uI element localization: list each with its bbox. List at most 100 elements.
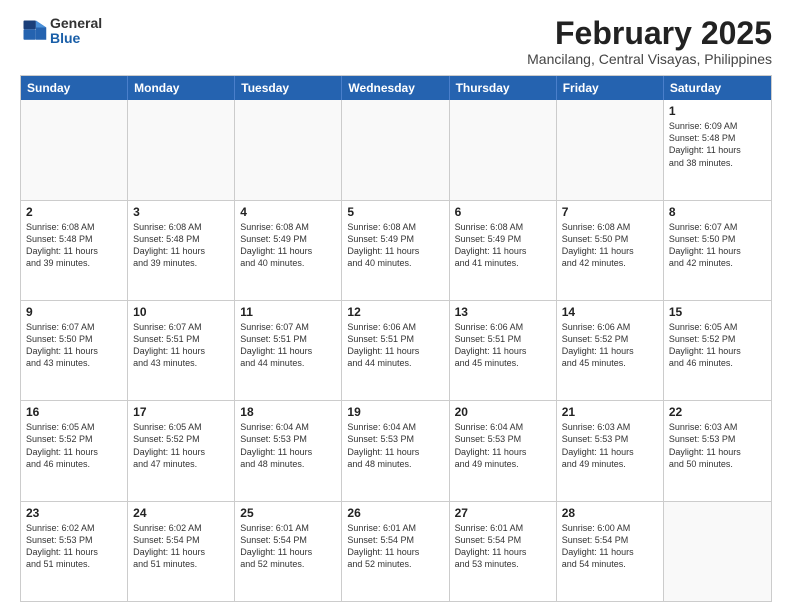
calendar-cell-w3-d5: 13Sunrise: 6:06 AM Sunset: 5:51 PM Dayli… [450, 301, 557, 400]
day-info-16: Sunrise: 6:05 AM Sunset: 5:52 PM Dayligh… [26, 421, 122, 470]
calendar: Sunday Monday Tuesday Wednesday Thursday… [20, 75, 772, 602]
calendar-body: 1 Sunrise: 6:09 AM Sunset: 5:48 PM Daylig… [21, 100, 771, 601]
calendar-cell-w5-d3: 25Sunrise: 6:01 AM Sunset: 5:54 PM Dayli… [235, 502, 342, 601]
day-info-22: Sunrise: 6:03 AM Sunset: 5:53 PM Dayligh… [669, 421, 766, 470]
day-number-17: 17 [133, 405, 229, 419]
day-info-3: Sunrise: 6:08 AM Sunset: 5:48 PM Dayligh… [133, 221, 229, 270]
calendar-cell-w3-d4: 12Sunrise: 6:06 AM Sunset: 5:51 PM Dayli… [342, 301, 449, 400]
page: General Blue February 2025 Mancilang, Ce… [0, 0, 792, 612]
calendar-cell-w3-d6: 14 Sunrise: 6:06 AM Sunset: 5:52 PM Dayli… [557, 301, 664, 400]
calendar-cell-w4-d2: 17 Sunrise: 6:05 AM Sunset: 5:52 PM Dayli… [128, 401, 235, 500]
day-number-1: 1 [669, 104, 766, 118]
calendar-week-2: 2 Sunrise: 6:08 AM Sunset: 5:48 PM Daylig… [21, 200, 771, 300]
day-number-24: 24 [133, 506, 229, 520]
calendar-cell-w4-d1: 16 Sunrise: 6:05 AM Sunset: 5:52 PM Dayli… [21, 401, 128, 500]
header-monday: Monday [128, 76, 235, 100]
day-number-14: 14 [562, 305, 658, 319]
calendar-cell-w1-d7: 1 Sunrise: 6:09 AM Sunset: 5:48 PM Daylig… [664, 100, 771, 199]
header-tuesday: Tuesday [235, 76, 342, 100]
logo-text: General Blue [50, 16, 102, 47]
day-info-4: Sunrise: 6:08 AM Sunset: 5:49 PM Dayligh… [240, 221, 336, 270]
logo-general-text: General [50, 16, 102, 31]
day-number-5: 5 [347, 205, 443, 219]
calendar-cell-w5-d1: 23Sunrise: 6:02 AM Sunset: 5:53 PM Dayli… [21, 502, 128, 601]
calendar-cell-w1-d2 [128, 100, 235, 199]
calendar-cell-w5-d6: 28 Sunrise: 6:00 AM Sunset: 5:54 PM Dayli… [557, 502, 664, 601]
day-number-12: 12 [347, 305, 443, 319]
calendar-cell-w2-d4: 5 Sunrise: 6:08 AM Sunset: 5:49 PM Daylig… [342, 201, 449, 300]
calendar-cell-w4-d4: 19Sunrise: 6:04 AM Sunset: 5:53 PM Dayli… [342, 401, 449, 500]
logo-icon [20, 17, 48, 45]
day-number-9: 9 [26, 305, 122, 319]
title-block: February 2025 Mancilang, Central Visayas… [527, 16, 772, 67]
day-info-11: Sunrise: 6:07 AM Sunset: 5:51 PM Dayligh… [240, 321, 336, 370]
day-info-17: Sunrise: 6:05 AM Sunset: 5:52 PM Dayligh… [133, 421, 229, 470]
calendar-cell-w2-d5: 6Sunrise: 6:08 AM Sunset: 5:49 PM Daylig… [450, 201, 557, 300]
day-info-25: Sunrise: 6:01 AM Sunset: 5:54 PM Dayligh… [240, 522, 336, 571]
calendar-week-3: 9 Sunrise: 6:07 AM Sunset: 5:50 PM Daylig… [21, 300, 771, 400]
calendar-cell-w2-d3: 4 Sunrise: 6:08 AM Sunset: 5:49 PM Daylig… [235, 201, 342, 300]
calendar-week-4: 16 Sunrise: 6:05 AM Sunset: 5:52 PM Dayli… [21, 400, 771, 500]
day-number-20: 20 [455, 405, 551, 419]
calendar-cell-w2-d7: 8Sunrise: 6:07 AM Sunset: 5:50 PM Daylig… [664, 201, 771, 300]
logo: General Blue [20, 16, 102, 47]
calendar-cell-w2-d1: 2 Sunrise: 6:08 AM Sunset: 5:48 PM Daylig… [21, 201, 128, 300]
day-number-10: 10 [133, 305, 229, 319]
day-number-4: 4 [240, 205, 336, 219]
header: General Blue February 2025 Mancilang, Ce… [20, 16, 772, 67]
calendar-cell-w4-d5: 20 Sunrise: 6:04 AM Sunset: 5:53 PM Dayli… [450, 401, 557, 500]
day-number-22: 22 [669, 405, 766, 419]
day-info-18: Sunrise: 6:04 AM Sunset: 5:53 PM Dayligh… [240, 421, 336, 470]
day-info-21: Sunrise: 6:03 AM Sunset: 5:53 PM Dayligh… [562, 421, 658, 470]
day-info-26: Sunrise: 6:01 AM Sunset: 5:54 PM Dayligh… [347, 522, 443, 571]
calendar-cell-w1-d3 [235, 100, 342, 199]
day-info-5: Sunrise: 6:08 AM Sunset: 5:49 PM Dayligh… [347, 221, 443, 270]
calendar-cell-w5-d4: 26 Sunrise: 6:01 AM Sunset: 5:54 PM Dayli… [342, 502, 449, 601]
calendar-cell-w4-d3: 18Sunrise: 6:04 AM Sunset: 5:53 PM Dayli… [235, 401, 342, 500]
day-number-23: 23 [26, 506, 122, 520]
day-info-7: Sunrise: 6:08 AM Sunset: 5:50 PM Dayligh… [562, 221, 658, 270]
day-number-3: 3 [133, 205, 229, 219]
day-info-8: Sunrise: 6:07 AM Sunset: 5:50 PM Dayligh… [669, 221, 766, 270]
calendar-cell-w3-d7: 15 Sunrise: 6:05 AM Sunset: 5:52 PM Dayli… [664, 301, 771, 400]
calendar-cell-w5-d7 [664, 502, 771, 601]
calendar-cell-w3-d3: 11 Sunrise: 6:07 AM Sunset: 5:51 PM Dayli… [235, 301, 342, 400]
day-info-9: Sunrise: 6:07 AM Sunset: 5:50 PM Dayligh… [26, 321, 122, 370]
day-info-15: Sunrise: 6:05 AM Sunset: 5:52 PM Dayligh… [669, 321, 766, 370]
calendar-header: Sunday Monday Tuesday Wednesday Thursday… [21, 76, 771, 100]
calendar-cell-w1-d6 [557, 100, 664, 199]
header-wednesday: Wednesday [342, 76, 449, 100]
day-info-24: Sunrise: 6:02 AM Sunset: 5:54 PM Dayligh… [133, 522, 229, 571]
day-info-28: Sunrise: 6:00 AM Sunset: 5:54 PM Dayligh… [562, 522, 658, 571]
calendar-cell-w1-d4 [342, 100, 449, 199]
header-friday: Friday [557, 76, 664, 100]
day-number-11: 11 [240, 305, 336, 319]
calendar-cell-w5-d5: 27 Sunrise: 6:01 AM Sunset: 5:54 PM Dayli… [450, 502, 557, 601]
calendar-cell-w3-d2: 10 Sunrise: 6:07 AM Sunset: 5:51 PM Dayli… [128, 301, 235, 400]
header-thursday: Thursday [450, 76, 557, 100]
day-info-27: Sunrise: 6:01 AM Sunset: 5:54 PM Dayligh… [455, 522, 551, 571]
day-number-28: 28 [562, 506, 658, 520]
calendar-week-5: 23Sunrise: 6:02 AM Sunset: 5:53 PM Dayli… [21, 501, 771, 601]
day-number-21: 21 [562, 405, 658, 419]
day-info-14: Sunrise: 6:06 AM Sunset: 5:52 PM Dayligh… [562, 321, 658, 370]
calendar-cell-w5-d2: 24 Sunrise: 6:02 AM Sunset: 5:54 PM Dayli… [128, 502, 235, 601]
day-number-15: 15 [669, 305, 766, 319]
calendar-cell-w2-d6: 7Sunrise: 6:08 AM Sunset: 5:50 PM Daylig… [557, 201, 664, 300]
day-info-20: Sunrise: 6:04 AM Sunset: 5:53 PM Dayligh… [455, 421, 551, 470]
calendar-week-1: 1 Sunrise: 6:09 AM Sunset: 5:48 PM Daylig… [21, 100, 771, 199]
calendar-cell-w3-d1: 9 Sunrise: 6:07 AM Sunset: 5:50 PM Daylig… [21, 301, 128, 400]
day-number-2: 2 [26, 205, 122, 219]
day-info-1: Sunrise: 6:09 AM Sunset: 5:48 PM Dayligh… [669, 120, 766, 169]
day-number-6: 6 [455, 205, 551, 219]
day-info-10: Sunrise: 6:07 AM Sunset: 5:51 PM Dayligh… [133, 321, 229, 370]
calendar-cell-w1-d5 [450, 100, 557, 199]
day-info-2: Sunrise: 6:08 AM Sunset: 5:48 PM Dayligh… [26, 221, 122, 270]
header-saturday: Saturday [664, 76, 771, 100]
day-number-16: 16 [26, 405, 122, 419]
day-info-19: Sunrise: 6:04 AM Sunset: 5:53 PM Dayligh… [347, 421, 443, 470]
calendar-cell-w4-d6: 21 Sunrise: 6:03 AM Sunset: 5:53 PM Dayli… [557, 401, 664, 500]
day-number-26: 26 [347, 506, 443, 520]
calendar-title: February 2025 [527, 16, 772, 51]
day-number-27: 27 [455, 506, 551, 520]
